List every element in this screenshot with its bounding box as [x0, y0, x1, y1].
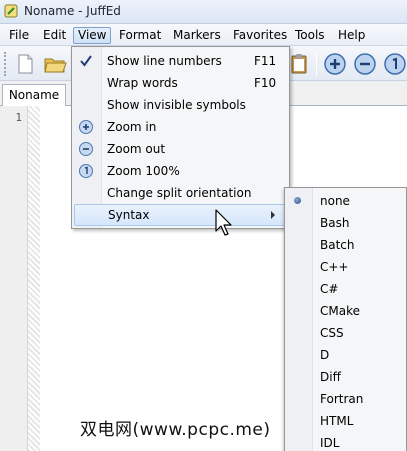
app-icon — [4, 4, 18, 18]
tab-noname[interactable]: Noname — [2, 84, 66, 107]
menu-item-label: Show line numbers — [107, 54, 222, 68]
syntax-item-cmake[interactable]: CMake — [285, 300, 406, 322]
zoom-in-icon — [79, 120, 93, 134]
watermark-text: 双电网(www.pcpc.me) — [80, 420, 271, 440]
zoom-reset-icon — [79, 164, 93, 178]
toolbar-grip[interactable] — [4, 52, 8, 76]
syntax-item-label: none — [320, 194, 350, 208]
syntax-item-label: Batch — [320, 238, 355, 252]
syntax-item-label: HTML — [320, 414, 354, 428]
menu-format[interactable]: Format — [114, 27, 166, 44]
zoom-out-icon — [79, 142, 93, 156]
syntax-item-label: Diff — [320, 370, 341, 384]
menu-item-change-split-orientation[interactable]: Change split orientation — [74, 182, 287, 204]
syntax-item-label: CMake — [320, 304, 360, 318]
menu-item-label: Zoom out — [107, 142, 166, 156]
menu-item-label: Wrap words — [107, 76, 178, 90]
submenu-arrow-icon — [271, 211, 275, 219]
menu-item-label: Change split orientation — [107, 186, 252, 200]
menu-item-label: Show invisible symbols — [107, 98, 246, 112]
menu-item-zoom-in[interactable]: Zoom in — [74, 116, 287, 138]
window-title: Noname - JuffEd — [24, 4, 121, 18]
menu-item-label: Zoom 100% — [107, 164, 180, 178]
line-number: 1 — [15, 111, 22, 124]
menu-item-show-line-numbers[interactable]: Show line numbers F11 — [74, 50, 287, 72]
syntax-item-label: Bash — [320, 216, 350, 230]
toolbar-separator — [316, 52, 317, 76]
menu-tools[interactable]: Tools — [290, 27, 330, 44]
menu-item-label: Syntax — [108, 208, 150, 222]
menu-item-show-invisible-symbols[interactable]: Show invisible symbols — [74, 94, 287, 116]
open-folder-icon[interactable] — [42, 51, 68, 77]
syntax-item-csharp[interactable]: C# — [285, 278, 406, 300]
syntax-item-fortran[interactable]: Fortran — [285, 388, 406, 410]
menu-help[interactable]: Help — [333, 27, 370, 44]
menu-bar: File Edit View Format Markers Favorites … — [0, 24, 407, 46]
zoom-in-icon[interactable] — [322, 51, 348, 77]
menu-item-shortcut: F10 — [254, 76, 277, 90]
view-menu-dropdown: Show line numbers F11 Wrap words F10 Sho… — [71, 46, 290, 229]
syntax-item-idl[interactable]: IDL — [285, 432, 406, 451]
menu-item-label: Zoom in — [107, 120, 157, 134]
menu-item-shortcut: F11 — [254, 54, 277, 68]
syntax-item-batch[interactable]: Batch — [285, 234, 406, 256]
menu-file[interactable]: File — [4, 27, 34, 44]
menu-item-syntax[interactable]: Syntax — [74, 204, 287, 226]
fold-margin — [28, 106, 40, 451]
syntax-item-bash[interactable]: Bash — [285, 212, 406, 234]
menu-edit[interactable]: Edit — [38, 27, 71, 44]
syntax-item-label: C# — [320, 282, 339, 296]
syntax-item-label: CSS — [320, 326, 344, 340]
mouse-cursor-icon — [215, 209, 232, 236]
syntax-item-none[interactable]: none — [285, 190, 406, 212]
menu-view[interactable]: View — [73, 27, 112, 44]
menu-item-wrap-words[interactable]: Wrap words F10 — [74, 72, 287, 94]
checkmark-icon — [80, 55, 92, 67]
syntax-submenu: none Bash Batch C++ C# CMake CSS D Diff … — [284, 187, 407, 451]
syntax-item-diff[interactable]: Diff — [285, 366, 406, 388]
syntax-item-label: Fortran — [320, 392, 364, 406]
zoom-reset-icon[interactable] — [382, 51, 407, 77]
syntax-item-cpp[interactable]: C++ — [285, 256, 406, 278]
line-number-gutter: 1 — [0, 106, 28, 451]
syntax-item-css[interactable]: CSS — [285, 322, 406, 344]
syntax-item-label: IDL — [320, 436, 340, 450]
syntax-item-label: C++ — [320, 260, 349, 274]
menu-item-zoom-out[interactable]: Zoom out — [74, 138, 287, 160]
syntax-item-label: D — [320, 348, 330, 362]
radio-selected-icon — [294, 197, 301, 204]
syntax-item-html[interactable]: HTML — [285, 410, 406, 432]
menu-markers[interactable]: Markers — [168, 27, 226, 44]
menu-item-zoom-100[interactable]: Zoom 100% — [74, 160, 287, 182]
title-bar: Noname - JuffEd — [0, 0, 407, 24]
syntax-item-d[interactable]: D — [285, 344, 406, 366]
zoom-out-icon[interactable] — [352, 51, 378, 77]
menu-favorites[interactable]: Favorites — [228, 27, 292, 44]
new-file-icon[interactable] — [12, 51, 38, 77]
